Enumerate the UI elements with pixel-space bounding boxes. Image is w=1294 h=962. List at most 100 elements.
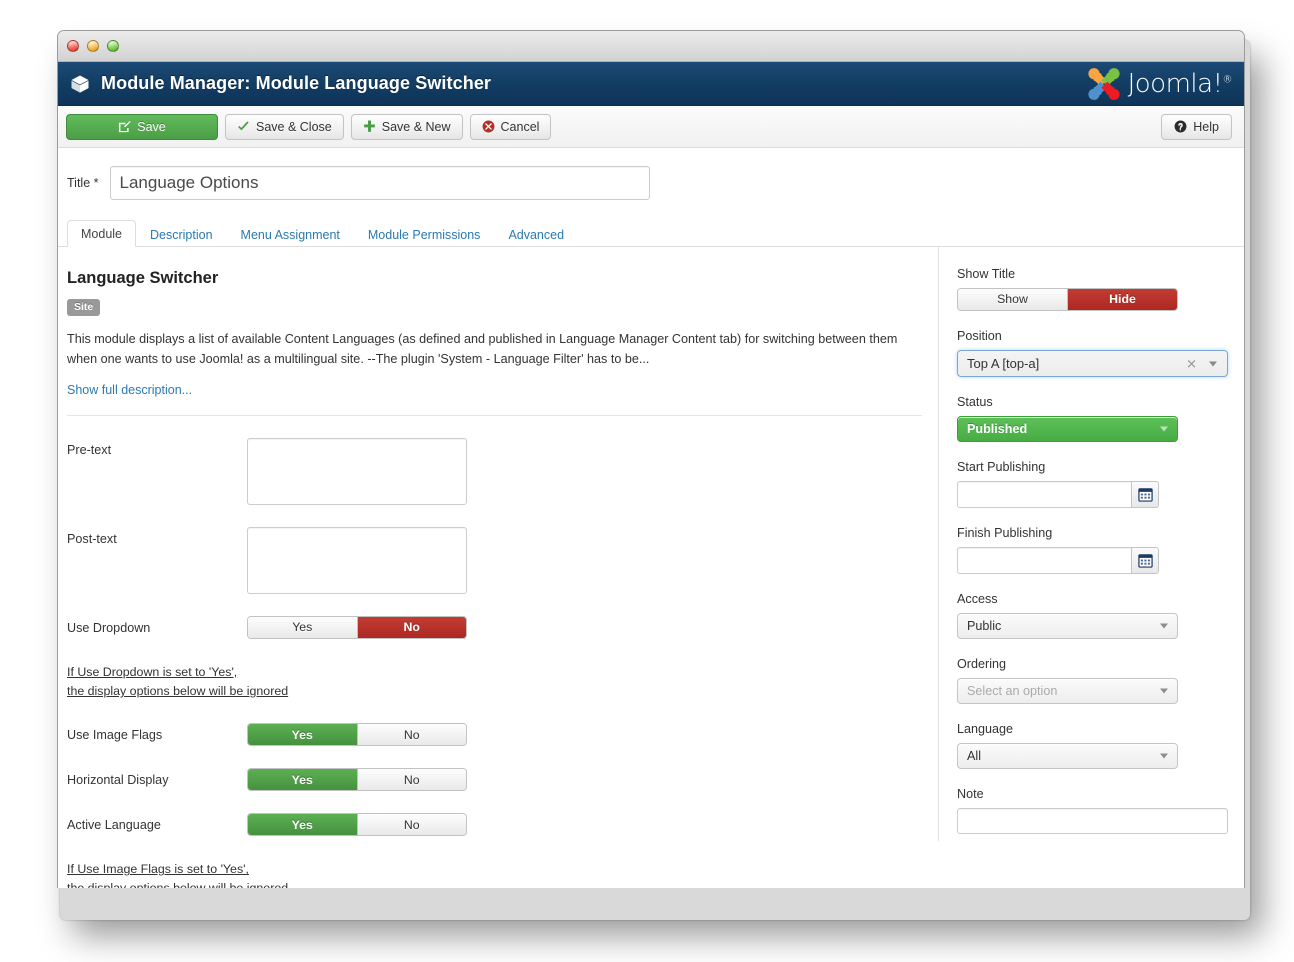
module-options-sidebar: Show Title Show Hide Position Top A [top… — [939, 247, 1244, 841]
close-icon[interactable]: ✕ — [1186, 357, 1197, 370]
joomla-brand-text: Joomla! — [1128, 69, 1223, 99]
plus-icon — [363, 120, 376, 133]
pretext-label: Pre-text — [67, 438, 247, 457]
tab-module-permissions[interactable]: Module Permissions — [354, 221, 495, 248]
page-title-group: Module Manager: Module Language Switcher — [70, 73, 491, 94]
position-label: Position — [957, 329, 1226, 343]
image-flags-hint-line1: If Use Image Flags is set to 'Yes', — [67, 860, 938, 879]
title-label: Title * — [67, 176, 99, 190]
start-publishing-calendar-button[interactable] — [1131, 481, 1159, 508]
tab-advanced[interactable]: Advanced — [494, 221, 578, 248]
access-group: Access Public — [957, 592, 1226, 639]
ordering-label: Ordering — [957, 657, 1226, 671]
ordering-select[interactable]: Select an option — [957, 678, 1178, 704]
status-value: Published — [967, 422, 1027, 436]
horizontal-display-toggle[interactable]: Yes No — [247, 768, 467, 791]
edit-pencil-icon — [118, 120, 131, 133]
image-flags-hint-line2: the display options below will be ignore… — [67, 879, 938, 888]
use-dropdown-hint: If Use Dropdown is set to 'Yes', the dis… — [67, 663, 938, 701]
traffic-light-controls[interactable] — [67, 40, 119, 52]
use-image-flags-toggle[interactable]: Yes No — [247, 723, 467, 746]
tab-bar: Module Description Menu Assignment Modul… — [58, 216, 1244, 247]
use-image-flags-yes[interactable]: Yes — [248, 724, 357, 745]
access-select[interactable]: Public — [957, 613, 1178, 639]
active-language-label: Active Language — [67, 813, 247, 832]
pretext-textarea[interactable] — [247, 438, 467, 505]
horizontal-display-yes[interactable]: Yes — [248, 769, 357, 790]
joomla-wordmark: Joomla!® — [1128, 69, 1232, 99]
calendar-icon — [1138, 553, 1153, 568]
window-titlebar — [58, 31, 1244, 62]
save-button-label: Save — [137, 120, 166, 134]
save-and-close-label: Save & Close — [256, 120, 332, 134]
active-language-yes[interactable]: Yes — [248, 814, 357, 835]
chevron-down-icon — [1160, 754, 1168, 759]
note-label: Note — [957, 787, 1226, 801]
svg-text:?: ? — [1178, 122, 1183, 132]
active-language-no[interactable]: No — [357, 814, 467, 835]
save-and-close-button[interactable]: Save & Close — [225, 114, 344, 140]
finish-publishing-field — [957, 547, 1159, 574]
save-button[interactable]: Save — [66, 114, 218, 140]
position-value: Top A [top-a] — [967, 356, 1039, 371]
show-full-description-link[interactable]: Show full description... — [67, 383, 192, 397]
module-settings-panel: Language Switcher Site This module displ… — [58, 247, 938, 841]
form-row-pretext: Pre-text — [67, 438, 938, 505]
tab-module[interactable]: Module — [67, 220, 136, 248]
note-input[interactable] — [957, 808, 1228, 834]
chevron-down-icon[interactable] — [1209, 361, 1217, 366]
chevron-down-icon — [1160, 689, 1168, 694]
status-select[interactable]: Published — [957, 416, 1178, 442]
posttext-textarea[interactable] — [247, 527, 467, 594]
maximize-window-button[interactable] — [107, 40, 119, 52]
posttext-label: Post-text — [67, 527, 247, 546]
help-button[interactable]: ? Help — [1161, 114, 1232, 140]
finish-publishing-input[interactable] — [957, 547, 1131, 574]
site-badge: Site — [67, 299, 100, 316]
module-name-heading: Language Switcher — [67, 269, 938, 288]
show-title-hide[interactable]: Hide — [1067, 289, 1177, 310]
form-row-posttext: Post-text — [67, 527, 938, 594]
browser-window: Module Manager: Module Language Switcher — [57, 30, 1245, 888]
status-group: Status Published — [957, 395, 1226, 442]
page-viewport: Module Manager: Module Language Switcher — [58, 62, 1244, 888]
tab-menu-assignment[interactable]: Menu Assignment — [227, 221, 354, 248]
cube-icon — [70, 74, 90, 94]
use-dropdown-toggle[interactable]: Yes No — [247, 616, 467, 639]
position-group: Position Top A [top-a] ✕ — [957, 329, 1226, 377]
show-title-label: Show Title — [957, 267, 1226, 281]
save-and-new-button[interactable]: Save & New — [351, 114, 463, 140]
start-publishing-label: Start Publishing — [957, 460, 1226, 474]
active-language-toggle[interactable]: Yes No — [247, 813, 467, 836]
use-dropdown-hint-line1: If Use Dropdown is set to 'Yes', — [67, 663, 938, 682]
status-label: Status — [957, 395, 1226, 409]
position-select[interactable]: Top A [top-a] ✕ — [957, 350, 1228, 377]
joomla-mark-icon — [1086, 66, 1122, 102]
language-select[interactable]: All — [957, 743, 1178, 769]
finish-publishing-calendar-button[interactable] — [1131, 547, 1159, 574]
start-publishing-input[interactable] — [957, 481, 1131, 508]
show-title-show[interactable]: Show — [958, 289, 1067, 310]
use-dropdown-label: Use Dropdown — [67, 616, 247, 635]
title-input[interactable] — [110, 166, 650, 200]
joomla-logo: Joomla!® — [1086, 66, 1232, 102]
horizontal-display-label: Horizontal Display — [67, 768, 247, 787]
form-row-use-image-flags: Use Image Flags Yes No — [67, 723, 938, 746]
ordering-group: Ordering Select an option — [957, 657, 1226, 704]
show-title-toggle[interactable]: Show Hide — [957, 288, 1178, 311]
horizontal-display-no[interactable]: No — [357, 769, 467, 790]
cancel-button-label: Cancel — [501, 120, 540, 134]
close-window-button[interactable] — [67, 40, 79, 52]
editor-toolbar: Save Save & Close — [58, 106, 1244, 148]
minimize-window-button[interactable] — [87, 40, 99, 52]
use-image-flags-label: Use Image Flags — [67, 723, 247, 742]
tab-description[interactable]: Description — [136, 221, 227, 248]
module-description: This module displays a list of available… — [67, 330, 927, 370]
title-field-row: Title * — [58, 148, 1244, 216]
joomla-registered-mark: ® — [1223, 74, 1233, 85]
use-dropdown-no[interactable]: No — [357, 617, 467, 638]
cancel-button[interactable]: Cancel — [470, 114, 552, 140]
language-label: Language — [957, 722, 1226, 736]
use-dropdown-yes[interactable]: Yes — [248, 617, 357, 638]
use-image-flags-no[interactable]: No — [357, 724, 467, 745]
